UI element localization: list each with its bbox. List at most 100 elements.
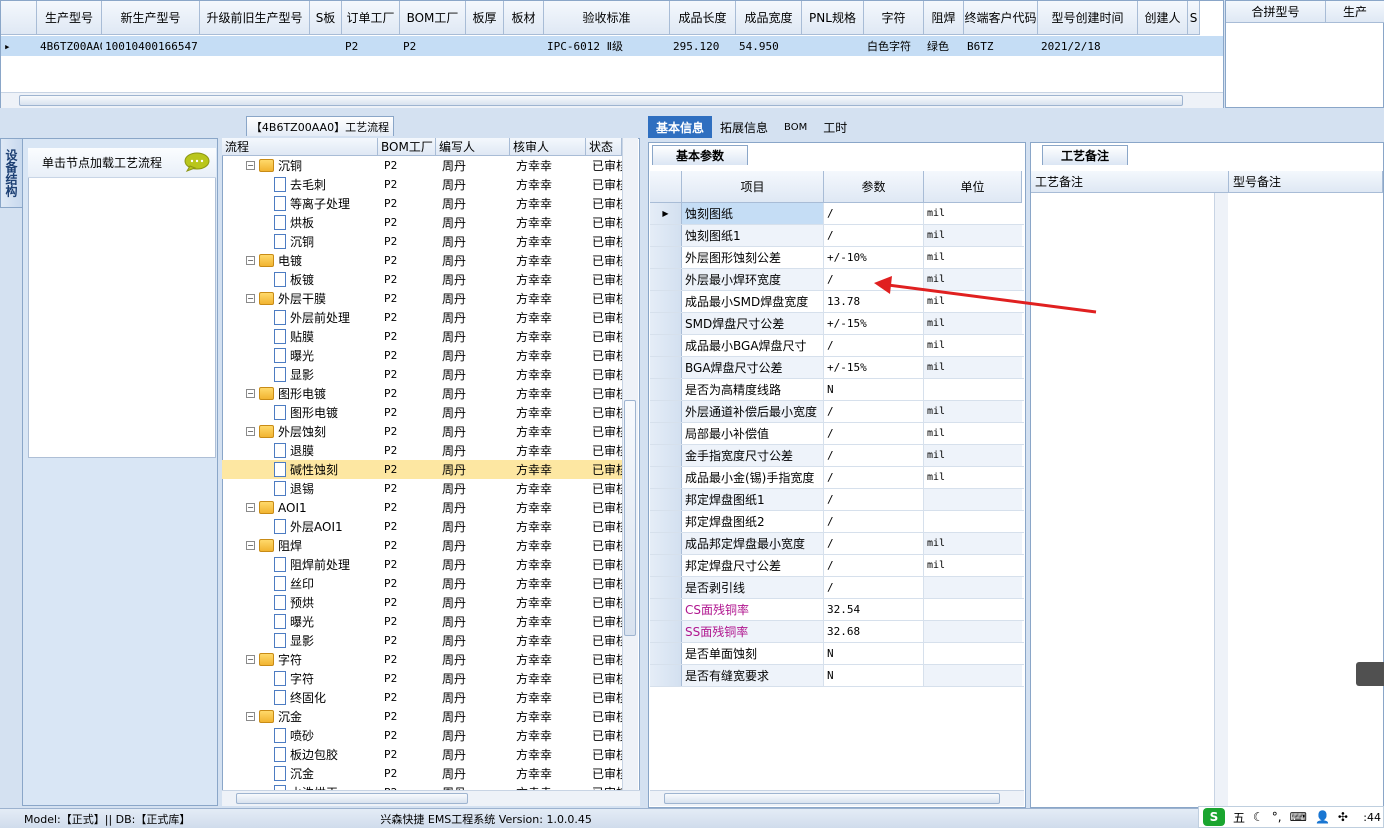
params-col-header[interactable]: 项目	[682, 171, 824, 203]
param-value[interactable]: N	[824, 665, 924, 686]
model-grid-cell[interactable]: ▸	[1, 36, 37, 56]
flow-col-header[interactable]: 核审人	[510, 138, 586, 156]
model-grid-cell[interactable]: P2	[342, 36, 400, 56]
params-row[interactable]: 是否单面蚀刻 N	[650, 643, 1024, 665]
tree-node[interactable]: − AOI1	[222, 498, 378, 517]
hscroll-thumb[interactable]	[664, 793, 1000, 804]
tree-node[interactable]: − 外层干膜	[222, 289, 378, 308]
model-grid-cell[interactable]: P2	[400, 36, 466, 56]
flow-hscrollbar[interactable]	[222, 790, 640, 806]
flow-tree-row[interactable]: 曝光 P2 周丹 方幸幸 已审核	[222, 346, 622, 365]
params-hscrollbar[interactable]	[650, 790, 1024, 806]
params-col-header[interactable]: 参数	[824, 171, 924, 203]
params-row[interactable]: 蚀刻图纸1/mil	[650, 225, 1024, 247]
user-icon[interactable]: 👤	[1315, 810, 1330, 824]
model-grid-col-header[interactable]: BOM工厂	[400, 1, 466, 35]
tree-node[interactable]: 喷砂	[222, 726, 378, 745]
model-grid-col-header[interactable]: PNL规格	[802, 1, 864, 35]
tree-node[interactable]: 碱性蚀刻	[222, 460, 378, 479]
merge-grid-col-header[interactable]: 生产	[1326, 1, 1384, 23]
model-grid-col-header[interactable]	[1, 1, 37, 35]
tab-process-remark[interactable]: 工艺备注	[1042, 145, 1128, 165]
model-grid-cell[interactable]: 54.950	[736, 36, 802, 56]
flow-title-tab[interactable]: 【4B6TZ00AA0】工艺流程	[246, 116, 394, 136]
tree-node[interactable]: 水洗烘干	[222, 783, 378, 790]
flow-tree-row[interactable]: 等离子处理 P2 周丹 方幸幸 已审核	[222, 194, 622, 213]
model-grid-row[interactable]: ▸ 4B6TZ00AA0 10010400166547 P2 P2 IPC-6012 Ⅱ级…	[1, 36, 1223, 56]
param-value[interactable]: /	[824, 577, 924, 598]
model-grid-col-header[interactable]: 成品宽度	[736, 1, 802, 35]
keyboard-icon[interactable]: ⌨	[1290, 810, 1307, 824]
tree-node[interactable]: − 阻焊	[222, 536, 378, 555]
flow-col-header[interactable]: 流程	[222, 138, 378, 156]
model-grid-cell[interactable]	[200, 36, 310, 56]
ime-toolbar[interactable]: S 五 ☾ °, ⌨ 👤 ✣ :44	[1198, 806, 1384, 828]
tree-node[interactable]: 曝光	[222, 612, 378, 631]
flow-tree-row[interactable]: 板镀 P2 周丹 方幸幸 已审核	[222, 270, 622, 289]
model-grid-cell[interactable]	[466, 36, 504, 56]
remark-col-header[interactable]: 型号备注	[1229, 171, 1383, 193]
tree-node[interactable]: 烘板	[222, 213, 378, 232]
flow-tree-row[interactable]: 外层前处理 P2 周丹 方幸幸 已审核	[222, 308, 622, 327]
param-value[interactable]: /	[824, 489, 924, 510]
model-grid-col-header[interactable]: 终端客户代码	[964, 1, 1038, 35]
flow-tree-row[interactable]: − 沉金 P2 周丹 方幸幸 已审核	[222, 707, 622, 726]
flow-tree-row[interactable]: − 外层蚀刻 P2 周丹 方幸幸 已审核	[222, 422, 622, 441]
flow-tree-row[interactable]: 预烘 P2 周丹 方幸幸 已审核	[222, 593, 622, 612]
tab-0[interactable]: 基本信息	[648, 116, 713, 138]
tab-1[interactable]: 拓展信息	[712, 116, 776, 138]
model-grid-cell[interactable]: 白色字符	[864, 36, 924, 56]
hscroll-thumb[interactable]	[236, 793, 468, 804]
params-row[interactable]: 邦定焊盘图纸2/	[650, 511, 1024, 533]
param-value[interactable]: /	[824, 225, 924, 246]
tree-node[interactable]: 外层AOI1	[222, 517, 378, 536]
floating-widget[interactable]	[1356, 662, 1384, 686]
tree-node[interactable]: 终固化	[222, 688, 378, 707]
flow-tree-row[interactable]: 外层AOI1 P2 周丹 方幸幸 已审核	[222, 517, 622, 536]
params-row[interactable]: BGA焊盘尺寸公差 +/-15% mil	[650, 357, 1024, 379]
flow-tree-row[interactable]: − 外层干膜 P2 周丹 方幸幸 已审核	[222, 289, 622, 308]
flow-tree-row[interactable]: 阻焊前处理 P2 周丹 方幸幸 已审核	[222, 555, 622, 574]
param-value[interactable]: 32.68	[824, 621, 924, 642]
flow-col-header[interactable]: 状态	[586, 138, 622, 156]
tree-node[interactable]: 贴膜	[222, 327, 378, 346]
flow-tree-row[interactable]: − AOI1 P2 周丹 方幸幸 已审核	[222, 498, 622, 517]
model-grid-col-header[interactable]: S	[1188, 1, 1200, 35]
hscroll-thumb[interactable]	[19, 95, 1183, 106]
flow-tree-row[interactable]: − 图形电镀 P2 周丹 方幸幸 已审核	[222, 384, 622, 403]
flow-tree-row[interactable]: 水洗烘干P2周丹方幸幸已审核	[222, 783, 622, 790]
tree-node[interactable]: 外层前处理	[222, 308, 378, 327]
param-value[interactable]: /	[824, 511, 924, 532]
tree-node[interactable]: 退膜	[222, 441, 378, 460]
flow-col-header[interactable]: 编写人	[436, 138, 510, 156]
flow-tree-row[interactable]: − 阻焊 P2 周丹 方幸幸 已审核	[222, 536, 622, 555]
tree-node[interactable]: 预烘	[222, 593, 378, 612]
flow-tree-row[interactable]: 喷砂 P2 周丹 方幸幸 已审核	[222, 726, 622, 745]
param-value[interactable]: /	[824, 203, 924, 224]
model-grid-col-header[interactable]: 升级前旧生产型号	[200, 1, 310, 35]
params-col-header[interactable]: 单位	[924, 171, 1022, 203]
tree-node[interactable]: 沉金	[222, 764, 378, 783]
flow-tree-row[interactable]: 显影 P2 周丹 方幸幸 已审核	[222, 631, 622, 650]
model-grid-cell[interactable]: 绿色	[924, 36, 964, 56]
tree-node[interactable]: 显影	[222, 365, 378, 384]
model-grid-cell[interactable]	[1138, 36, 1188, 56]
param-value[interactable]: /	[824, 467, 924, 488]
param-value[interactable]: /	[824, 423, 924, 444]
model-grid-cell[interactable]: IPC-6012 Ⅱ级	[544, 36, 670, 56]
flow-tree-row[interactable]: 退锡 P2 周丹 方幸幸 已审核	[222, 479, 622, 498]
model-grid-cell[interactable]	[504, 36, 544, 56]
tree-node[interactable]: 板镀	[222, 270, 378, 289]
side-tab-device-structure[interactable]: 设备结构	[0, 138, 22, 208]
tree-node[interactable]: − 图形电镀	[222, 384, 378, 403]
model-grid-cell[interactable]: B6TZ	[964, 36, 1038, 56]
model-grid-col-header[interactable]: 型号创建时间	[1038, 1, 1138, 35]
flow-vscrollbar[interactable]	[622, 138, 638, 790]
tree-node[interactable]: − 字符	[222, 650, 378, 669]
param-value[interactable]: N	[824, 643, 924, 664]
model-grid-col-header[interactable]: 新生产型号	[102, 1, 200, 35]
params-row[interactable]: CS面残铜率 32.54	[650, 599, 1024, 621]
ime-logo-icon[interactable]: S	[1203, 808, 1225, 826]
merge-grid-col-header[interactable]: 合拼型号	[1226, 1, 1326, 23]
params-row[interactable]: 邦定焊盘图纸1/	[650, 489, 1024, 511]
